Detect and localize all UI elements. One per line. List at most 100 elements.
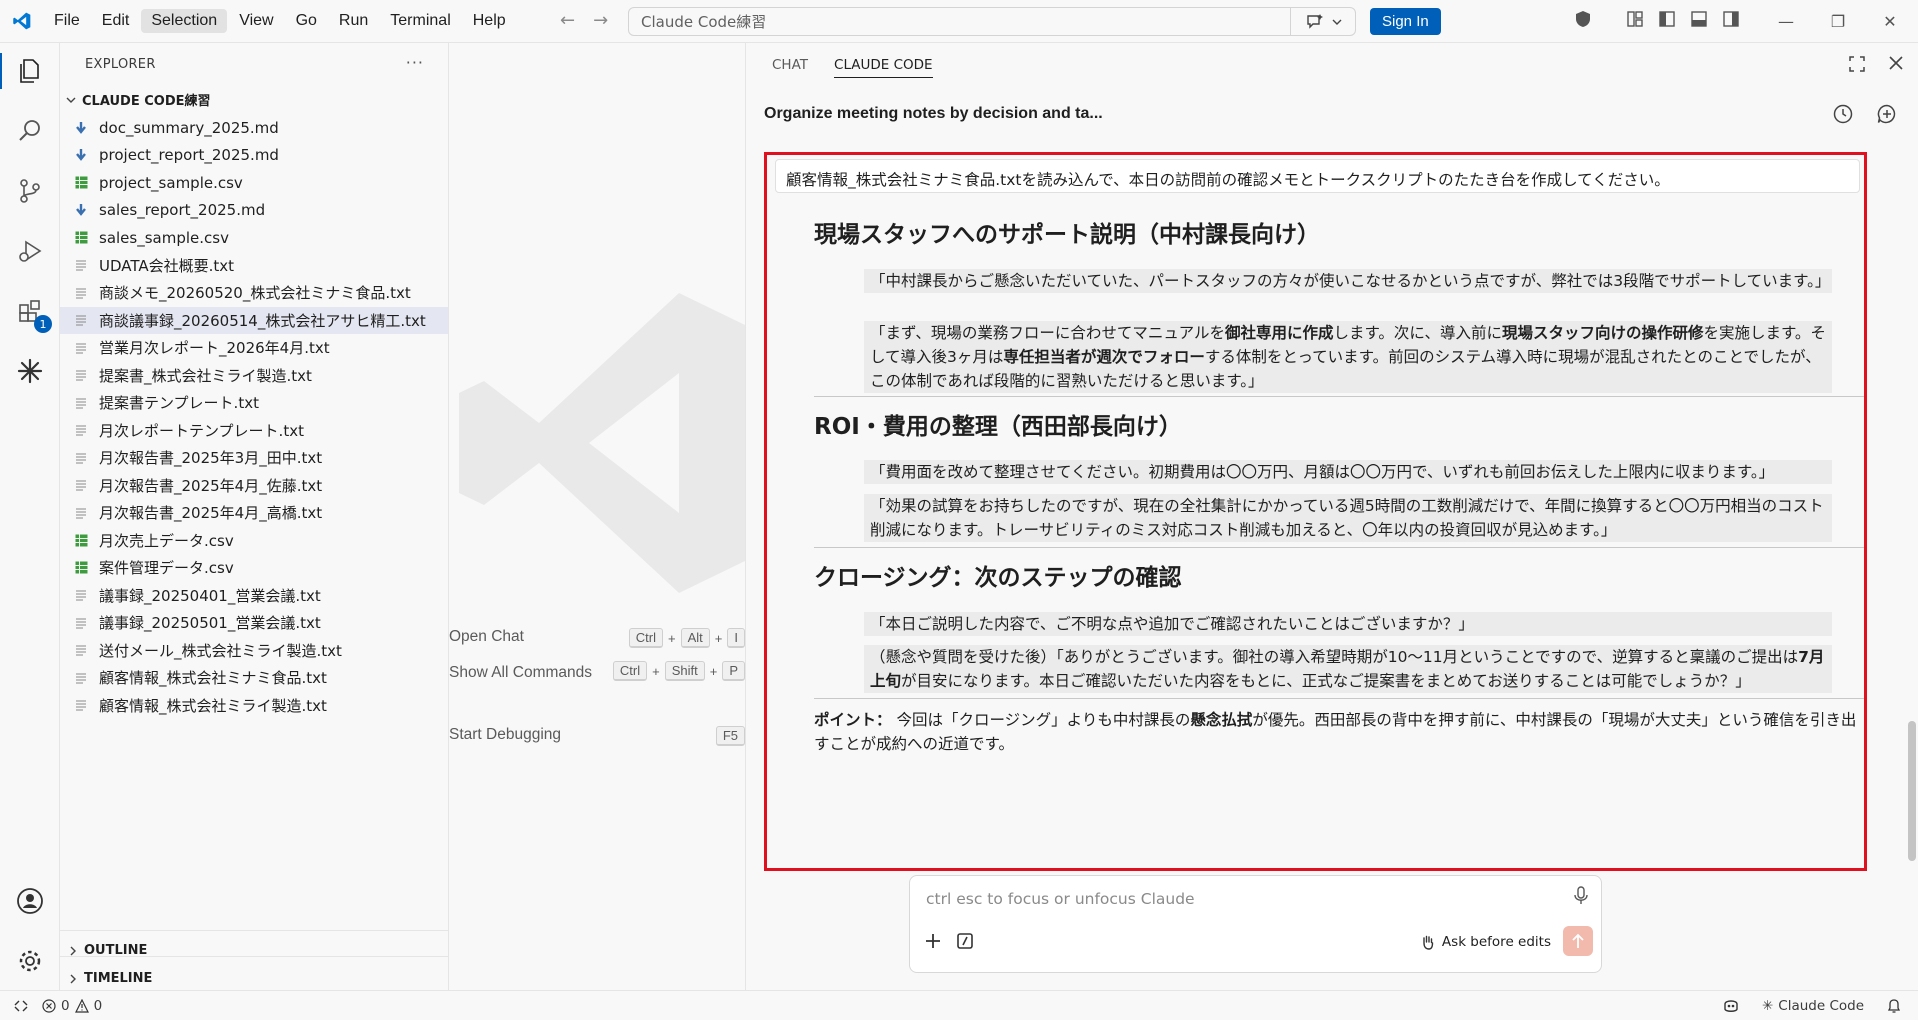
text-file-icon — [74, 368, 88, 382]
file-item[interactable]: 月次報告書_2025年3月_田中.txt — [60, 444, 448, 472]
text-file-icon — [74, 698, 88, 712]
copilot-menu[interactable] — [1290, 7, 1356, 36]
file-name: 月次報告書_2025年4月_佐藤.txt — [99, 476, 323, 495]
markdown-file-icon — [74, 148, 88, 162]
conversation-content: 顧客情報_株式会社ミナミ食品.txtを読み込んで、本日の訪問前の確認メモとトーク… — [767, 155, 1864, 868]
session-title[interactable]: Organize meeting notes by decision and t… — [764, 105, 1103, 123]
file-item[interactable]: 月次報告書_2025年4月_高橋.txt — [60, 499, 448, 527]
account-icon[interactable] — [12, 883, 48, 919]
accounts-shield-icon[interactable] — [1574, 10, 1592, 28]
claude-code-status[interactable]: ✳ Claude Code — [1762, 998, 1864, 1014]
error-count: 0 — [61, 997, 70, 1014]
file-item[interactable]: sales_report_2025.md — [60, 197, 448, 225]
file-item[interactable]: 提案書_株式会社ミライ製造.txt — [60, 362, 448, 390]
key-p: P — [722, 661, 745, 681]
send-button[interactable] — [1563, 926, 1593, 956]
file-list: doc_summary_2025.md project_report_2025.m… — [60, 114, 448, 719]
tab-claude-code[interactable]: CLAUDE CODE — [834, 57, 933, 78]
key-ctrl: Ctrl — [612, 661, 648, 681]
maximize-icon[interactable] — [1848, 55, 1866, 73]
notification-bell-icon[interactable] — [1886, 998, 1902, 1014]
file-item[interactable]: 商談議事録_20260514_株式会社アサヒ精工.txt — [60, 306, 448, 334]
toggle-secondary-sidebar-icon[interactable] — [1722, 10, 1740, 28]
prompt-input[interactable]: ctrl esc to focus or unfocus Claude Ask … — [909, 875, 1602, 973]
open-chat-shortcut[interactable]: Open Chat Ctrl + Alt + I — [449, 628, 745, 648]
claude-asterisk-icon[interactable] — [12, 353, 48, 389]
talk-script-quote: 「本日ご説明した内容で、ご不明な点や追加でご確認されたいことはございますか？」 — [864, 612, 1832, 636]
history-clock-icon[interactable] — [1832, 103, 1854, 125]
customize-layout-icon[interactable] — [1626, 10, 1644, 28]
file-item[interactable]: 案件管理データ.csv — [60, 554, 448, 582]
command-center-search[interactable]: Claude Code練習 — [628, 7, 1356, 36]
sign-in-button[interactable]: Sign In — [1370, 8, 1441, 35]
toggle-primary-sidebar-icon[interactable] — [1658, 10, 1676, 28]
extensions-icon[interactable]: 1 — [12, 293, 52, 333]
text-file-icon — [74, 396, 88, 410]
file-item[interactable]: 議事録_20250401_営業会議.txt — [60, 582, 448, 610]
menu-view[interactable]: View — [229, 9, 283, 33]
file-item[interactable]: 議事録_20250501_営業会議.txt — [60, 609, 448, 637]
toggle-panel-icon[interactable] — [1690, 10, 1708, 28]
text-file-icon — [74, 671, 88, 685]
file-item[interactable]: 提案書テンプレート.txt — [60, 389, 448, 417]
problems-indicator[interactable]: 0 0 — [42, 998, 102, 1014]
run-debug-icon[interactable] — [12, 233, 48, 269]
text-file-icon — [74, 616, 88, 630]
explorer-title: EXPLORER — [85, 57, 156, 72]
file-name: 顧客情報_株式会社ミナミ食品.txt — [99, 669, 327, 688]
minimize-icon[interactable]: — — [1760, 12, 1812, 31]
file-name: 顧客情報_株式会社ミライ製造.txt — [99, 696, 327, 715]
file-item[interactable]: 送付メール_株式会社ミライ製造.txt — [60, 637, 448, 665]
file-name: 月次報告書_2025年3月_田中.txt — [99, 449, 323, 468]
forward-arrow-icon[interactable]: → — [593, 10, 608, 31]
settings-gear-icon[interactable] — [12, 943, 48, 979]
panel-scrollbar[interactable] — [1908, 161, 1918, 881]
source-control-icon[interactable] — [12, 173, 48, 209]
menu-help[interactable]: Help — [463, 9, 516, 33]
ask-before-edits-label: Ask before edits — [1441, 934, 1551, 950]
file-item[interactable]: 月次レポートテンプレート.txt — [60, 417, 448, 445]
menu-selection[interactable]: Selection — [141, 9, 228, 33]
timeline-section[interactable]: TIMELINE — [68, 971, 152, 986]
menu-file[interactable]: File — [44, 9, 90, 33]
file-item[interactable]: 顧客情報_株式会社ミナミ食品.txt — [60, 664, 448, 692]
file-item[interactable]: UDATA会社概要.txt — [60, 252, 448, 280]
back-arrow-icon[interactable]: ← — [560, 10, 575, 31]
file-item[interactable]: 月次売上データ.csv — [60, 527, 448, 555]
edit-mode-toggle[interactable]: Ask before edits — [1420, 934, 1551, 950]
slash-command-icon[interactable] — [956, 932, 974, 950]
section-heading-roi: ROI・費用の整理（西田部長向け） — [814, 414, 1182, 440]
microphone-icon[interactable] — [1573, 886, 1589, 906]
menu-run[interactable]: Run — [329, 9, 378, 33]
menu-terminal[interactable]: Terminal — [380, 9, 460, 33]
menu-go[interactable]: Go — [286, 9, 327, 33]
explorer-icon[interactable] — [0, 53, 48, 89]
divider — [814, 396, 1864, 397]
add-attachment-icon[interactable] — [924, 932, 942, 950]
remote-icon[interactable] — [14, 999, 28, 1013]
show-all-commands-shortcut[interactable]: Show All Commands — [449, 661, 599, 684]
file-item[interactable]: project_report_2025.md — [60, 142, 448, 170]
close-window-icon[interactable]: ✕ — [1864, 12, 1916, 31]
new-chat-icon[interactable] — [1876, 103, 1898, 125]
file-item[interactable]: 月次報告書_2025年4月_佐藤.txt — [60, 472, 448, 500]
copilot-icon[interactable] — [1722, 998, 1740, 1014]
file-item[interactable]: 顧客情報_株式会社ミライ製造.txt — [60, 692, 448, 720]
file-item[interactable]: project_sample.csv — [60, 169, 448, 197]
restore-icon[interactable]: ❐ — [1812, 12, 1864, 31]
menu-edit[interactable]: Edit — [92, 9, 140, 33]
file-item[interactable]: 営業月次レポート_2026年4月.txt — [60, 334, 448, 362]
folder-header[interactable]: CLAUDE CODE練習 — [66, 90, 211, 109]
tab-chat[interactable]: CHAT — [772, 57, 808, 78]
file-item[interactable]: 商談メモ_20260520_株式会社ミナミ食品.txt — [60, 279, 448, 307]
search-icon[interactable] — [12, 113, 48, 149]
file-item[interactable]: sales_sample.csv — [60, 224, 448, 252]
close-panel-icon[interactable] — [1888, 55, 1904, 71]
start-debugging-shortcut[interactable]: Start Debugging F5 — [449, 726, 745, 746]
chevron-down-icon — [1332, 19, 1341, 25]
more-actions-icon[interactable]: ··· — [406, 53, 424, 72]
csv-file-icon — [74, 231, 88, 245]
csv-file-icon — [74, 533, 88, 547]
section-heading-support: 現場スタッフへのサポート説明（中村課長向け） — [814, 222, 1320, 248]
file-item[interactable]: doc_summary_2025.md — [60, 114, 448, 142]
